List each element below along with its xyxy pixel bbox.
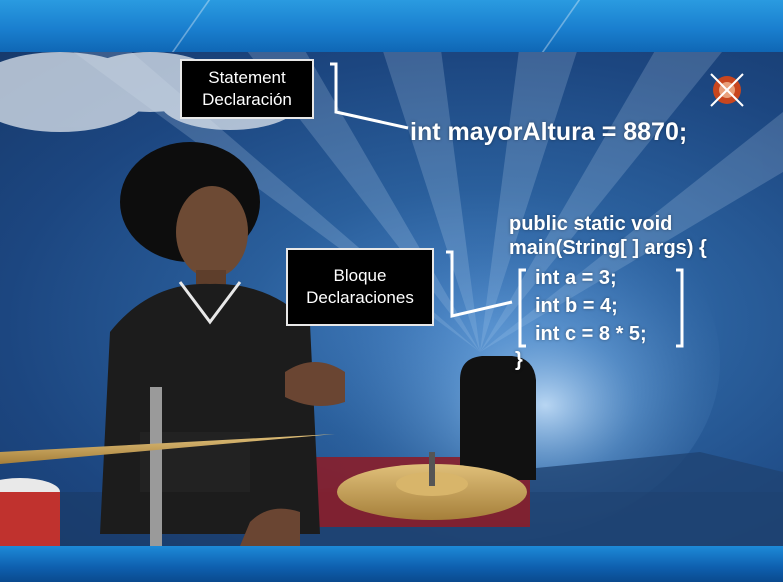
bottom-banner bbox=[0, 546, 783, 582]
closing-brace: } bbox=[515, 349, 523, 371]
block-code-line-2: int b = 4; bbox=[535, 295, 618, 317]
top-banner bbox=[0, 0, 783, 52]
method-code-line1: public static void bbox=[509, 213, 673, 235]
statement-label-line1: Statement bbox=[208, 68, 286, 87]
virtual-world-scene: Statement Declaración Bloque Declaracion… bbox=[0, 52, 783, 546]
bloque-label-line1: Bloque bbox=[333, 266, 387, 285]
slide: Statement Declaración Bloque Declaracion… bbox=[0, 0, 783, 582]
statement-label-line2: Declaración bbox=[202, 90, 292, 109]
statement-code: int mayorAltura = 8870; bbox=[410, 118, 688, 146]
method-code-line2: main(String[ ] args) { bbox=[509, 237, 707, 259]
block-code-line-3: int c = 8 * 5; bbox=[535, 323, 647, 345]
bloque-label-line2: Declaraciones bbox=[306, 288, 414, 307]
block-code-line-1: int a = 3; bbox=[535, 267, 617, 289]
statement-label: Statement Declaración bbox=[180, 59, 314, 119]
bloque-label: Bloque Declaraciones bbox=[286, 248, 434, 326]
